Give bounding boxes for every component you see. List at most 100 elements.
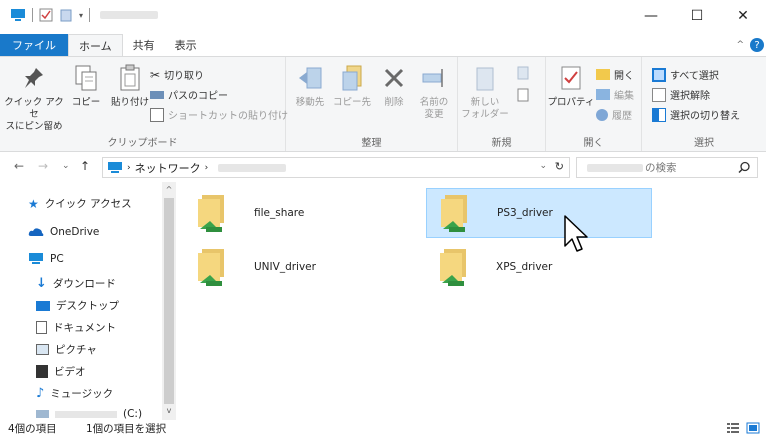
new-folder-icon — [476, 67, 494, 91]
close-button[interactable]: ✕ — [720, 0, 766, 32]
history-button[interactable]: 履歴 — [596, 107, 632, 122]
list-item[interactable]: XPS_driver — [426, 242, 652, 292]
list-item[interactable]: file_share — [184, 188, 410, 238]
list-item[interactable]: PS3_driver — [426, 188, 652, 238]
new-folder-label-2: フォルダー — [461, 109, 509, 120]
delete-button[interactable]: 削除 — [372, 63, 416, 109]
address-bar[interactable]: › ネットワーク › ⌄ ↻ — [102, 157, 570, 178]
nav-local-drive[interactable]: (C:) — [36, 408, 142, 420]
scissors-icon: ✂ — [150, 67, 161, 82]
up-arrow-icon[interactable]: ↑ — [80, 159, 90, 173]
select-none-icon — [652, 87, 666, 102]
paste-shortcut-label: ショートカットの貼り付け — [168, 111, 288, 122]
network-pc-icon — [108, 162, 122, 173]
drive-name-redacted — [55, 410, 117, 418]
address-dropdown-icon[interactable]: ⌄ — [539, 161, 547, 171]
tab-file[interactable]: ファイル — [0, 34, 68, 56]
search-icon[interactable] — [738, 161, 751, 174]
new-item-icon[interactable] — [516, 65, 534, 81]
collapse-ribbon-icon[interactable]: ^ — [736, 40, 744, 50]
copy-button[interactable]: コピー — [64, 63, 108, 109]
nav-music[interactable]: ♪ ミュージック — [36, 386, 113, 401]
cut-button[interactable]: ✂ 切り取り — [150, 67, 204, 83]
edit-icon — [596, 89, 610, 100]
details-view-icon[interactable] — [726, 422, 740, 434]
nav-desktop[interactable]: デスクトップ — [36, 298, 119, 313]
scroll-up-icon[interactable]: ^ — [162, 185, 176, 194]
breadcrumb-server-redacted[interactable] — [218, 163, 287, 172]
video-icon — [36, 365, 48, 378]
item-name: file_share — [254, 207, 305, 219]
nav-downloads-label: ダウンロード — [52, 278, 116, 290]
tab-home[interactable]: ホーム — [68, 34, 123, 56]
new-folder-qa-icon[interactable] — [59, 8, 73, 22]
refresh-icon[interactable]: ↻ — [555, 160, 564, 173]
document-icon — [36, 321, 47, 334]
maximize-button[interactable]: ☐ — [674, 0, 720, 32]
tab-view[interactable]: 表示 — [165, 34, 207, 56]
qa-dropdown-icon[interactable]: ▾ — [79, 11, 83, 20]
invert-selection-label: 選択の切り替え — [670, 111, 740, 122]
properties-qa-icon[interactable] — [39, 8, 53, 22]
ribbon: クイック アクセ スにピン留め コピー 貼り付け ✂ 切り取り パスのコピー シ… — [0, 56, 766, 152]
nav-pc-label: PC — [50, 252, 64, 265]
nav-pictures[interactable]: ピクチャ — [36, 342, 97, 357]
select-none-button[interactable]: 選択解除 — [652, 87, 710, 102]
search-location-redacted — [587, 163, 643, 172]
large-icons-view-icon[interactable] — [746, 422, 760, 434]
item-name: XPS_driver — [496, 261, 553, 273]
breadcrumb-chevron-icon[interactable]: › — [205, 163, 209, 173]
new-folder-button[interactable]: 新しい フォルダー — [460, 63, 510, 121]
paste-shortcut-button[interactable]: ショートカットの貼り付け — [150, 107, 288, 122]
open-group: プロパティ 開く 編集 履歴 開く — [546, 57, 642, 151]
forward-arrow-icon[interactable]: → — [38, 159, 48, 173]
breadcrumb-network[interactable]: ネットワーク — [135, 160, 201, 176]
pin-icon — [25, 68, 43, 88]
nav-scrollbar-thumb[interactable] — [164, 198, 174, 404]
navigation-bar: ← → ⌄ ↑ › ネットワーク › ⌄ ↻ の検索 — [0, 152, 766, 182]
paste-button[interactable]: 貼り付け — [108, 63, 152, 109]
open-group-label: 開く — [583, 138, 604, 149]
breadcrumb-chevron-icon[interactable]: › — [127, 163, 131, 173]
paste-icon — [120, 64, 140, 91]
history-icon — [596, 108, 608, 121]
copy-to-button[interactable]: コピー先 — [330, 63, 374, 109]
rename-button[interactable]: 名前の 変更 — [412, 63, 456, 121]
select-all-button[interactable]: すべて選択 — [652, 67, 719, 82]
open-button[interactable]: 開く — [596, 67, 634, 82]
properties-button[interactable]: プロパティ — [546, 63, 596, 109]
nav-documents[interactable]: ドキュメント — [36, 320, 116, 335]
copy-path-button[interactable]: パスのコピー — [150, 87, 228, 102]
download-arrow-icon: ↓ — [36, 276, 47, 291]
select-none-label: 選択解除 — [670, 91, 710, 102]
minimize-button[interactable]: — — [628, 0, 674, 32]
help-icon[interactable]: ? — [750, 38, 764, 52]
search-box[interactable]: の検索 — [576, 157, 758, 178]
properties-icon — [561, 66, 581, 90]
pin-label-1: クイック アクセ — [4, 97, 64, 120]
nav-downloads[interactable]: ↓ ダウンロード — [36, 276, 116, 291]
nav-pc[interactable]: PC — [28, 252, 64, 265]
rename-icon — [422, 69, 443, 87]
nav-onedrive[interactable]: OneDrive — [28, 226, 99, 238]
mouse-cursor-icon — [564, 215, 588, 252]
nav-videos[interactable]: ビデオ — [36, 364, 86, 379]
move-to-button[interactable]: 移動先 — [288, 63, 332, 109]
list-item[interactable]: UNIV_driver — [184, 242, 410, 292]
scroll-down-icon[interactable]: v — [162, 406, 176, 415]
item-name: UNIV_driver — [254, 261, 316, 273]
properties-label: プロパティ — [547, 97, 595, 108]
pc-icon — [29, 253, 43, 264]
back-arrow-icon[interactable]: ← — [14, 159, 24, 173]
edit-button[interactable]: 編集 — [596, 87, 634, 102]
drive-icon — [36, 410, 49, 418]
nav-quick-access-label: クイック アクセス — [44, 198, 132, 210]
tab-share[interactable]: 共有 — [123, 34, 165, 56]
invert-selection-button[interactable]: 選択の切り替え — [652, 107, 740, 122]
shared-folder-icon — [198, 195, 224, 232]
easy-access-icon[interactable] — [516, 87, 534, 103]
recent-dropdown-icon[interactable]: ⌄ — [62, 161, 70, 171]
pin-quick-access-button[interactable]: クイック アクセ スにピン留め — [4, 63, 64, 133]
nav-quick-access[interactable]: ★ クイック アクセス — [28, 196, 132, 211]
shared-folder-icon — [198, 249, 224, 286]
